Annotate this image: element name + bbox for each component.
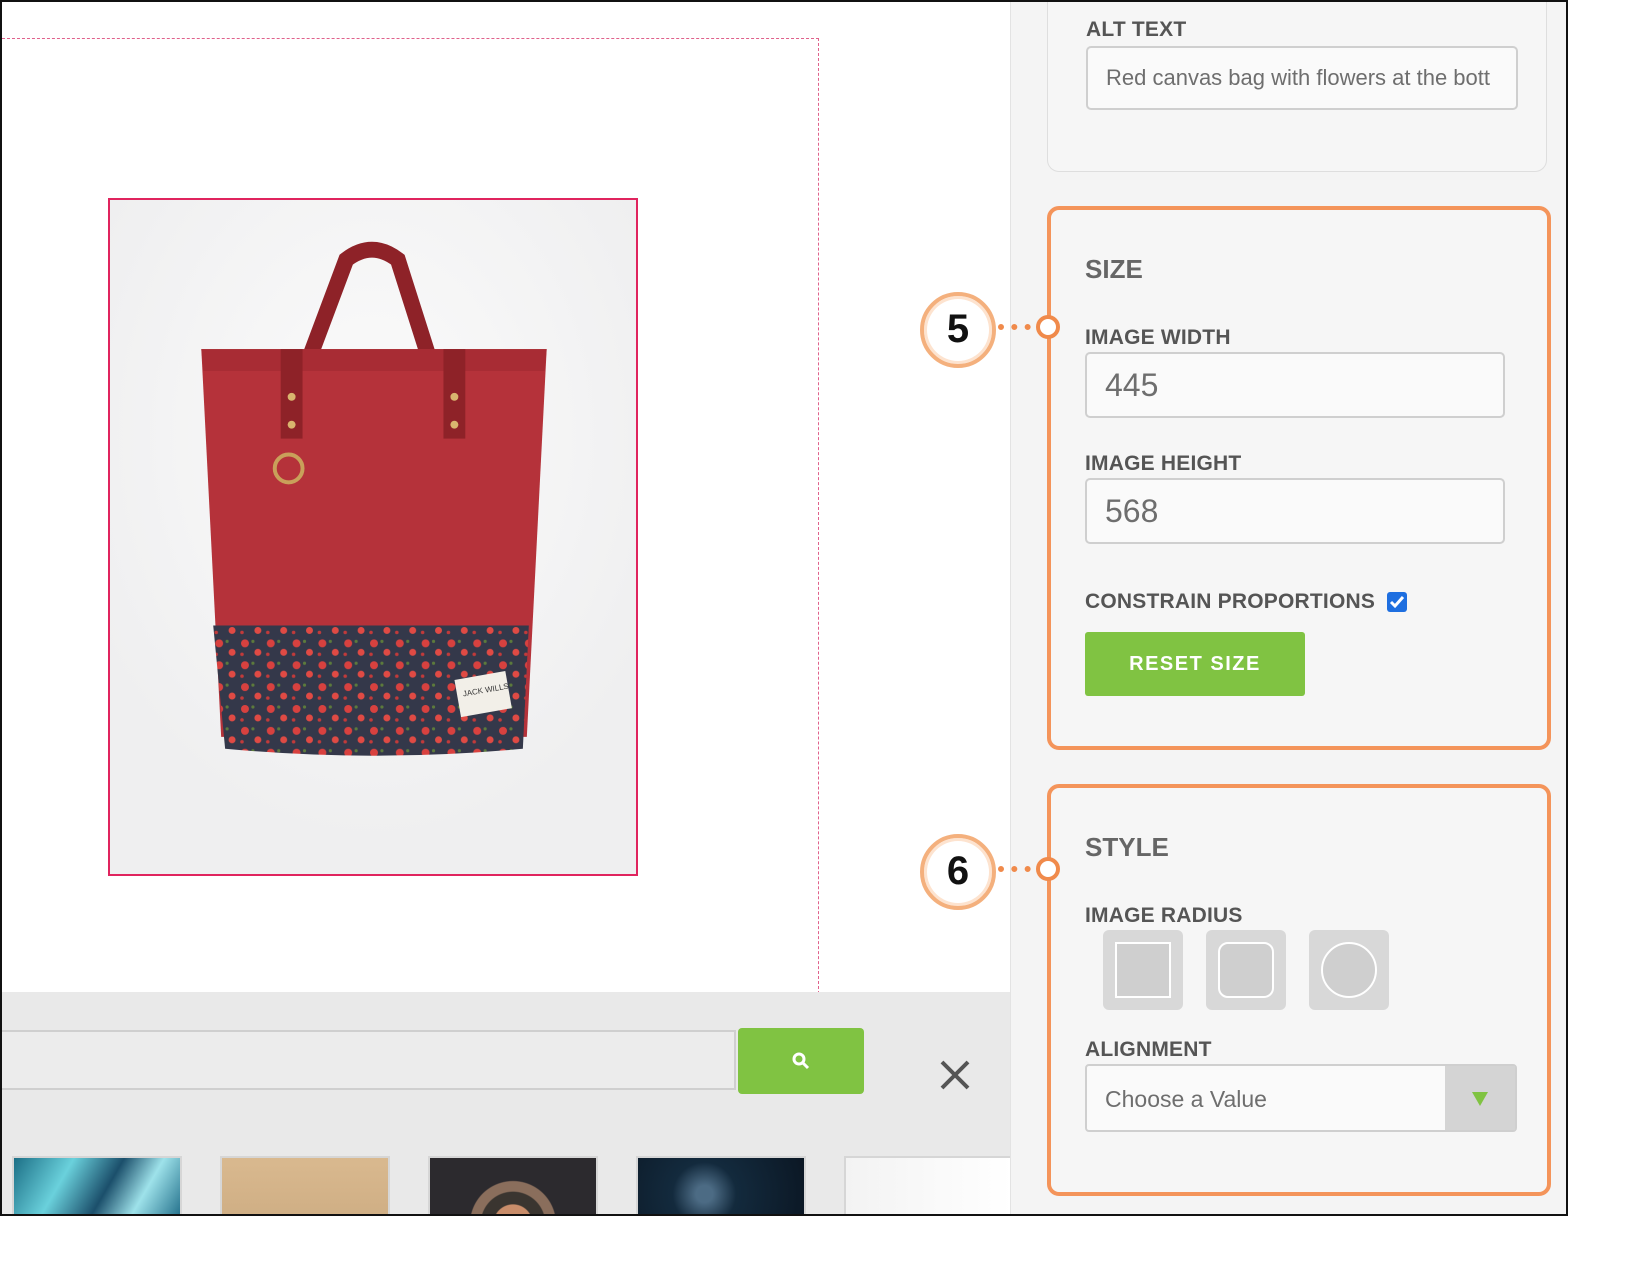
thumbnail-marble[interactable] xyxy=(12,1156,182,1214)
selected-image-block[interactable]: JACK WILLS xyxy=(108,198,638,876)
image-width-input[interactable]: 445 xyxy=(1085,352,1505,418)
thumbnail-night[interactable] xyxy=(636,1156,806,1214)
checkmark-icon xyxy=(1389,596,1405,609)
rounded-radius-icon xyxy=(1218,942,1274,998)
size-section-title: SIZE xyxy=(1085,254,1143,284)
image-radius-label: IMAGE RADIUS xyxy=(1085,904,1243,927)
image-height-label: IMAGE HEIGHT xyxy=(1085,452,1242,475)
constrain-proportions-label: CONSTRAIN PROPORTIONS xyxy=(1085,590,1376,613)
alt-text-input[interactable]: Red canvas bag with flowers at the bott xyxy=(1086,46,1518,110)
image-height-input[interactable]: 568 xyxy=(1085,478,1505,544)
image-search-button[interactable] xyxy=(738,1028,864,1094)
triangle-down-icon xyxy=(1472,1092,1488,1106)
circle-radius-icon xyxy=(1321,942,1377,998)
callout-badge-5: 5 xyxy=(920,292,996,368)
reset-size-button[interactable]: RESET SIZE xyxy=(1085,632,1305,696)
square-radius-icon xyxy=(1115,942,1171,998)
close-icon[interactable] xyxy=(938,1058,972,1092)
thumbnail-paper[interactable] xyxy=(220,1156,390,1214)
style-section-title: STYLE xyxy=(1085,832,1169,862)
editor-canvas: JACK WILLS xyxy=(2,2,1010,999)
size-card: SIZE IMAGE WIDTH 445 IMAGE HEIGHT 568 CO… xyxy=(1047,206,1551,750)
alignment-select[interactable]: Choose a Value xyxy=(1085,1064,1517,1132)
constrain-proportions-checkbox[interactable] xyxy=(1387,592,1407,612)
thumbnail-people[interactable] xyxy=(844,1156,1014,1214)
app-window: JACK WILLS ALT TEXT Red canvas bag with … xyxy=(0,0,1568,1216)
settings-panel: ALT TEXT Red canvas bag with flowers at … xyxy=(1010,2,1566,1214)
callout-anchor-5 xyxy=(1036,315,1060,339)
search-icon xyxy=(792,1052,810,1070)
callout-anchor-6 xyxy=(1036,857,1060,881)
image-picker-bar xyxy=(2,992,1014,1214)
alt-text-label: ALT TEXT xyxy=(1086,18,1187,41)
alignment-dropdown-toggle[interactable] xyxy=(1445,1066,1515,1130)
radius-circle-option[interactable] xyxy=(1309,930,1389,1010)
image-search-input[interactable] xyxy=(2,1030,736,1090)
callout-badge-6: 6 xyxy=(920,834,996,910)
image-width-label: IMAGE WIDTH xyxy=(1085,326,1231,349)
alignment-label: ALIGNMENT xyxy=(1085,1038,1212,1061)
alignment-select-value: Choose a Value xyxy=(1105,1086,1267,1112)
bag-image: JACK WILLS xyxy=(110,200,636,874)
radius-square-option[interactable] xyxy=(1103,930,1183,1010)
radius-rounded-option[interactable] xyxy=(1206,930,1286,1010)
alt-text-card: ALT TEXT Red canvas bag with flowers at … xyxy=(1047,2,1547,172)
style-card: STYLE IMAGE RADIUS ALIGNMENT Choose a Va… xyxy=(1047,784,1551,1196)
thumbnail-hands[interactable] xyxy=(428,1156,598,1214)
